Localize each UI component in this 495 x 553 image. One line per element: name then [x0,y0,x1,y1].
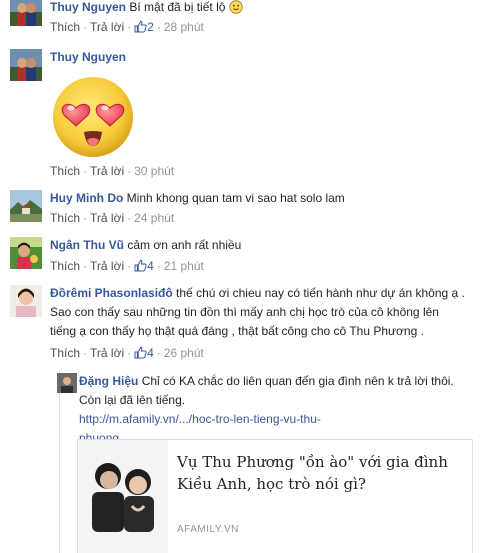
timestamp[interactable]: 28 phút [164,20,204,34]
thumbs-up-icon [134,20,147,36]
link-preview-title-line: Kiều Anh, học trò nói gì? [177,475,366,493]
like-link[interactable]: Thích [50,211,80,225]
comment-text-line: tiếng ạ con thấy họ thật quá đáng , thật… [50,324,424,338]
comment-3: Huy Minh Do Minh khong quan tam vi sao h… [50,189,345,208]
reply-comment: Đặng Hiệu Chỉ có KA chắc do liên quan đế… [79,372,489,448]
reply-author[interactable]: Đặng Hiệu [79,374,138,388]
heart-eyes-face-sticker-icon [50,74,136,163]
comment-3-actions: Thích · Trả lời · 24 phút [50,211,175,225]
slightly-smiling-face-icon [229,0,243,20]
comment-4-actions: Thích · Trả lời · 4 · 21 phút [50,259,204,273]
comment-text: cảm ơn anh rất nhiều [127,238,242,252]
thumbs-up-icon [134,346,147,362]
timestamp[interactable]: 30 phút [134,164,174,178]
reply-text-line: Còn lại đã lên tiếng. [79,393,186,407]
reply-thread-line [59,370,60,553]
timestamp[interactable]: 24 phút [134,211,174,225]
comment-5-actions: Thích · Trả lời · 4 · 26 phút [50,346,204,360]
reply-link-url[interactable]: http://m.afamily.vn/.../hoc-tro-len-tien… [79,412,321,426]
comment-1: Thuy Nguyen Bí mật đã bị tiết lộ [50,0,243,20]
reply-link[interactable]: Trả lời [90,211,124,225]
comment-2-actions: Thích · Trả lời · 30 phút [50,164,175,178]
comment-author[interactable]: Ngân Thu Vũ [50,238,124,252]
like-link[interactable]: Thích [50,20,80,34]
avatar-thuy-nguyen[interactable] [10,49,42,81]
comment-text-line: thế chú ơi chieu nay có tiến hành như dự… [176,286,465,300]
link-preview-source: AFAMILY.VN [177,524,239,535]
like-count-value: 2 [147,20,154,34]
like-link[interactable]: Thích [50,259,80,273]
timestamp[interactable]: 26 phút [164,346,204,360]
reply-link[interactable]: Trả lời [90,164,124,178]
comment-1-actions: Thích · Trả lời · 2 · 28 phút [50,20,204,34]
comment-text-line: Sao con thấy sau những tin đồn thì mấy a… [50,305,439,319]
like-count-value: 4 [147,346,154,360]
thumbs-up-icon [134,259,147,275]
reply-text-line: Chỉ có KA chắc do liên quan đến gia đình… [141,374,454,388]
link-preview-title[interactable]: Vụ Thu Phương "ồn ào" với gia đình Kiều … [177,451,467,495]
avatar-dang-hieu[interactable] [57,373,77,393]
like-link[interactable]: Thích [50,346,80,360]
comment-author[interactable]: Thuy Nguyen [50,0,126,14]
comment-2: Thuy Nguyen [50,48,126,67]
like-link[interactable]: Thích [50,164,80,178]
avatar-ngan-thu-vu[interactable] [10,237,42,269]
reply-link[interactable]: Trả lời [90,346,124,360]
link-preview-thumbnail [78,440,168,553]
link-preview-card[interactable]: Vụ Thu Phương "ồn ào" với gia đình Kiều … [77,439,473,553]
timestamp[interactable]: 21 phút [164,259,204,273]
avatar-thuy-nguyen[interactable] [10,0,42,26]
like-count[interactable]: 4 [134,259,154,273]
comment-5: Đồrêmi Phasonlasiđô thế chú ơi chieu nay… [50,284,490,341]
reply-link[interactable]: Trả lời [90,259,124,273]
comment-author[interactable]: Huy Minh Do [50,191,123,205]
comment-text: Bí mật đã bị tiết lộ [129,0,226,14]
comment-text: Minh khong quan tam vi sao hat solo lam [126,191,345,205]
link-preview-title-line: Vụ Thu Phương "ồn ào" với gia đình [177,453,448,471]
comment-author[interactable]: Đồrêmi Phasonlasiđô [50,286,173,300]
avatar-doremi-phasonlasido[interactable] [10,285,42,317]
avatar-huy-minh-do[interactable] [10,190,42,222]
comment-4: Ngân Thu Vũ cảm ơn anh rất nhiều [50,236,241,255]
like-count[interactable]: 4 [134,346,154,360]
comment-author[interactable]: Thuy Nguyen [50,50,126,64]
reply-link[interactable]: Trả lời [90,20,124,34]
like-count-value: 4 [147,259,154,273]
like-count[interactable]: 2 [134,20,154,34]
